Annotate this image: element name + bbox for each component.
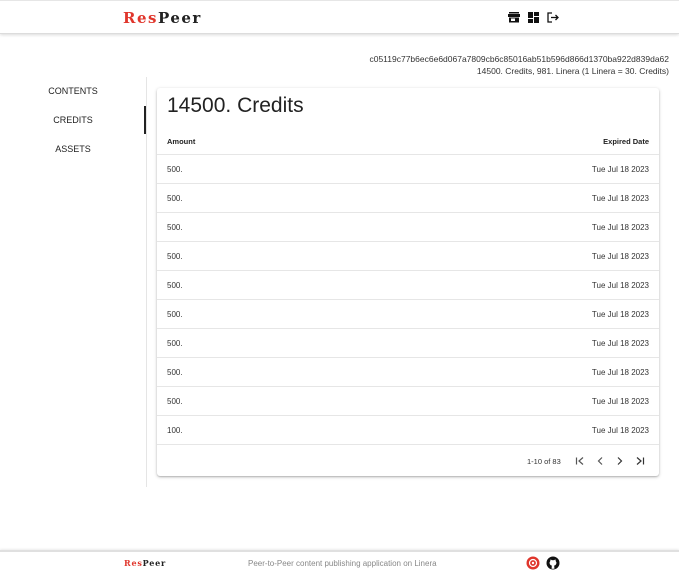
cell-amount: 500. <box>167 194 183 203</box>
footer-icons <box>526 556 560 573</box>
account-address: c05119c77b6ec6e6d067a7809cb6c85016ab51b5… <box>369 54 669 64</box>
cell-amount: 500. <box>167 223 183 232</box>
table-row: 500. Tue Jul 18 2023 <box>157 213 659 242</box>
cell-amount: 500. <box>167 165 183 174</box>
cell-expired-date: Tue Jul 18 2023 <box>591 252 649 261</box>
footer-logo[interactable]: ResPeer <box>124 558 166 568</box>
first-page-icon[interactable] <box>574 455 586 467</box>
cell-expired-date: Tue Jul 18 2023 <box>591 310 649 319</box>
table-row: 500. Tue Jul 18 2023 <box>157 300 659 329</box>
header-actions <box>508 12 560 23</box>
cell-amount: 100. <box>167 426 183 435</box>
cell-amount: 500. <box>167 339 183 348</box>
app-header: ResPeer <box>0 0 679 34</box>
cell-expired-date: Tue Jul 18 2023 <box>591 368 649 377</box>
app-logo[interactable]: ResPeer <box>123 9 202 27</box>
cell-expired-date: Tue Jul 18 2023 <box>591 339 649 348</box>
cell-amount: 500. <box>167 252 183 261</box>
app-footer: ResPeer Peer-to-Peer content publishing … <box>0 550 679 573</box>
dashboard-icon[interactable] <box>528 12 539 23</box>
table-row: 500. Tue Jul 18 2023 <box>157 358 659 387</box>
page-title: 14500. Credits <box>167 94 304 117</box>
sidebar: CONTENTS CREDITS ASSETS <box>0 77 147 487</box>
cell-expired-date: Tue Jul 18 2023 <box>591 426 649 435</box>
table-row: 500. Tue Jul 18 2023 <box>157 242 659 271</box>
cell-amount: 500. <box>167 397 183 406</box>
credits-card: 14500. Credits Amount Expired Date 500. … <box>157 88 659 476</box>
table-header: Amount Expired Date <box>157 128 659 155</box>
cell-expired-date: Tue Jul 18 2023 <box>591 223 649 232</box>
column-header-amount[interactable]: Amount <box>167 137 195 146</box>
account-balance: 14500. Credits, 981. Linera (1 Linera = … <box>476 66 669 76</box>
cell-expired-date: Tue Jul 18 2023 <box>591 165 649 174</box>
cell-amount: 500. <box>167 368 183 377</box>
github-icon[interactable] <box>546 556 560 573</box>
table-row: 500. Tue Jul 18 2023 <box>157 155 659 184</box>
table-row: 500. Tue Jul 18 2023 <box>157 329 659 358</box>
table-row: 500. Tue Jul 18 2023 <box>157 184 659 213</box>
next-page-icon[interactable] <box>614 455 626 467</box>
sidebar-item-assets[interactable]: ASSETS <box>0 135 146 163</box>
cell-expired-date: Tue Jul 18 2023 <box>591 397 649 406</box>
store-icon[interactable] <box>508 12 520 23</box>
table-row: 100. Tue Jul 18 2023 <box>157 416 659 445</box>
table-row: 500. Tue Jul 18 2023 <box>157 271 659 300</box>
footer-tagline: Peer-to-Peer content publishing applicat… <box>248 559 437 568</box>
logout-icon[interactable] <box>547 12 560 23</box>
linera-icon[interactable] <box>526 556 540 573</box>
pagination: 1-10 of 83 <box>157 446 659 476</box>
pagination-range: 1-10 of 83 <box>527 457 561 466</box>
cell-amount: 500. <box>167 310 183 319</box>
table-row: 500. Tue Jul 18 2023 <box>157 387 659 416</box>
cell-expired-date: Tue Jul 18 2023 <box>591 281 649 290</box>
cell-amount: 500. <box>167 281 183 290</box>
account-info: c05119c77b6ec6e6d067a7809cb6c85016ab51b5… <box>369 53 669 77</box>
sidebar-item-contents[interactable]: CONTENTS <box>0 77 146 105</box>
cell-expired-date: Tue Jul 18 2023 <box>591 194 649 203</box>
sidebar-item-credits[interactable]: CREDITS <box>0 106 146 134</box>
last-page-icon[interactable] <box>634 455 646 467</box>
column-header-expired-date[interactable]: Expired Date <box>603 137 649 146</box>
prev-page-icon[interactable] <box>594 455 606 467</box>
